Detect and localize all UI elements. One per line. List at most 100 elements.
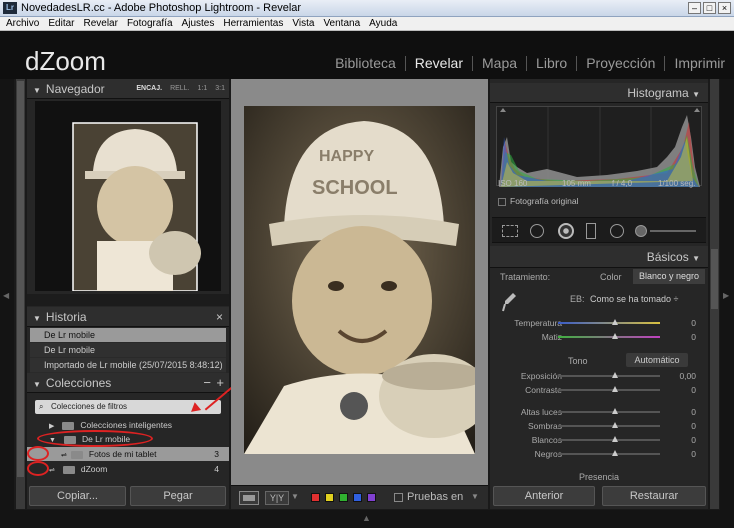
expand-triangle-icon[interactable]: ▶ [49,423,54,430]
temperature-value[interactable]: 0 [666,316,696,330]
red-eye-icon[interactable] [558,223,574,239]
histogram-header[interactable]: Histograma ▼ [490,83,708,103]
zoom-fit[interactable]: ENCAJ. [136,79,162,99]
tint-slider-knob[interactable] [612,333,618,339]
exposure-value[interactable]: 0,00 [666,369,696,383]
shadows-slider-track[interactable] [558,425,660,427]
soft-proofing-checkbox[interactable] [394,493,403,502]
sync-icon[interactable]: ⇌ [61,452,67,459]
adjustment-brush-icon[interactable] [635,225,647,237]
menu-revelar[interactable]: Revelar [83,17,117,30]
wb-select[interactable]: Como se ha tomado ÷ [590,294,678,304]
menu-vista[interactable]: Vista [292,17,314,30]
yellow-label-icon[interactable] [325,493,334,502]
sync-icon[interactable]: ⇌ [49,467,55,474]
blacks-slider-row[interactable]: Negros 0 [490,447,708,461]
menu-ajustes[interactable]: Ajustes [182,17,215,30]
filmstrip-collapse-strip[interactable]: ▲ [0,510,734,528]
temperature-slider-knob[interactable] [612,319,618,325]
blacks-value[interactable]: 0 [666,447,696,461]
module-libro[interactable]: Libro [526,56,576,71]
history-item[interactable]: De Lr mobile [30,328,226,343]
history-header[interactable]: ▼ Historia × [27,307,229,327]
menu-herramientas[interactable]: Herramientas [223,17,283,30]
contrast-slider-knob[interactable] [612,386,618,392]
main-photo[interactable]: HAPPY SCHOOL [244,106,475,454]
temperature-slider-row[interactable]: Temperatura 0 [490,316,708,330]
clear-history-icon[interactable]: × [216,307,223,327]
minimize-button[interactable]: – [688,2,701,14]
shadows-slider-knob[interactable] [612,422,618,428]
highlights-slider-row[interactable]: Altas luces 0 [490,405,708,419]
history-item[interactable]: Importado de Lr mobile (25/07/2015 8:48:… [30,358,226,373]
highlights-slider-track[interactable] [558,411,660,413]
whites-slider-knob[interactable] [612,436,618,442]
exposure-slider-row[interactable]: Exposición 0,00 [490,369,708,383]
paste-settings-button[interactable]: Pegar [130,486,226,506]
spot-removal-icon[interactable] [530,224,544,238]
module-revelar[interactable]: Revelar [404,56,472,71]
right-scrollbar-thumb[interactable] [711,249,718,309]
treatment-color-option[interactable]: Color [600,272,622,282]
module-biblioteca[interactable]: Biblioteca [326,56,405,71]
image-canvas-area[interactable]: HAPPY SCHOOL [231,79,488,485]
white-balance-eyedropper-icon[interactable] [502,291,518,313]
left-scrollbar[interactable] [16,79,25,509]
right-scrollbar[interactable] [710,79,719,509]
histogram[interactable] [496,106,702,187]
right-collapse-strip[interactable]: ▶ [720,79,734,528]
contrast-slider-track[interactable] [558,389,660,391]
blue-label-icon[interactable] [353,493,362,502]
module-mapa[interactable]: Mapa [472,56,526,71]
tint-slider-track[interactable] [558,336,660,338]
collections-header[interactable]: ▼ Colecciones − + [27,373,229,393]
before-after-view-button[interactable]: Y|Y [265,491,289,505]
tint-value[interactable]: 0 [666,330,696,344]
left-panel-toggle-icon[interactable]: ◀ [3,291,9,300]
dropdown-triangle-icon[interactable]: ▼ [291,492,299,501]
history-item[interactable]: De Lr mobile [30,343,226,358]
temperature-slider-track[interactable] [558,322,660,324]
crop-tool-icon[interactable] [502,225,518,237]
reset-button[interactable]: Restaurar [602,486,706,506]
highlights-value[interactable]: 0 [666,405,696,419]
blacks-slider-track[interactable] [558,453,660,455]
collection-row[interactable]: ▶ Colecciones inteligentes [27,418,229,432]
navigator-preview[interactable] [35,101,221,292]
toolbar-menu-icon[interactable]: ▼ [471,492,479,501]
left-collapse-strip[interactable]: ◀ [0,79,14,528]
zoom-fill[interactable]: RELL. [170,79,189,99]
original-photo-checkbox[interactable] [498,198,506,206]
menu-editar[interactable]: Editar [48,17,74,30]
menu-archivo[interactable]: Archivo [6,17,39,30]
collection-row-selected[interactable]: ⇌ Fotos de mi tablet 3 [27,447,229,461]
left-scrollbar-thumb[interactable] [17,81,24,477]
loupe-view-icon[interactable] [239,491,259,505]
shadows-value[interactable]: 0 [666,419,696,433]
navigator-header[interactable]: ▼ Navegador ENCAJ. RELL. 1:1 3:1 [27,79,229,99]
treatment-bw-option[interactable]: Blanco y negro [633,269,705,284]
blacks-slider-knob[interactable] [612,450,618,456]
basic-panel-header[interactable]: Básicos ▼ [490,246,708,268]
auto-tone-button[interactable]: Automático [626,353,688,367]
contrast-value[interactable]: 0 [666,383,696,397]
exposure-slider-knob[interactable] [612,372,618,378]
highlights-slider-knob[interactable] [612,408,618,414]
whites-slider-track[interactable] [558,439,660,441]
tint-slider-row[interactable]: Matiz 0 [490,330,708,344]
menu-ayuda[interactable]: Ayuda [369,17,397,30]
zoom-3-1[interactable]: 3:1 [215,79,225,99]
collection-row[interactable]: ⇌ dZoom 4 [27,462,229,476]
right-panel-toggle-icon[interactable]: ▶ [723,291,729,300]
exposure-slider-track[interactable] [558,375,660,377]
previous-settings-button[interactable]: Anterior [493,486,595,506]
red-label-icon[interactable] [311,493,320,502]
graduated-filter-icon[interactable] [586,223,596,239]
zoom-1-1[interactable]: 1:1 [198,79,208,99]
remove-collection-icon[interactable]: − [203,373,211,393]
menu-ventana[interactable]: Ventana [323,17,360,30]
filmstrip-toggle-icon[interactable]: ▲ [362,513,371,523]
copy-settings-button[interactable]: Copiar... [29,486,126,506]
whites-value[interactable]: 0 [666,433,696,447]
purple-label-icon[interactable] [367,493,376,502]
